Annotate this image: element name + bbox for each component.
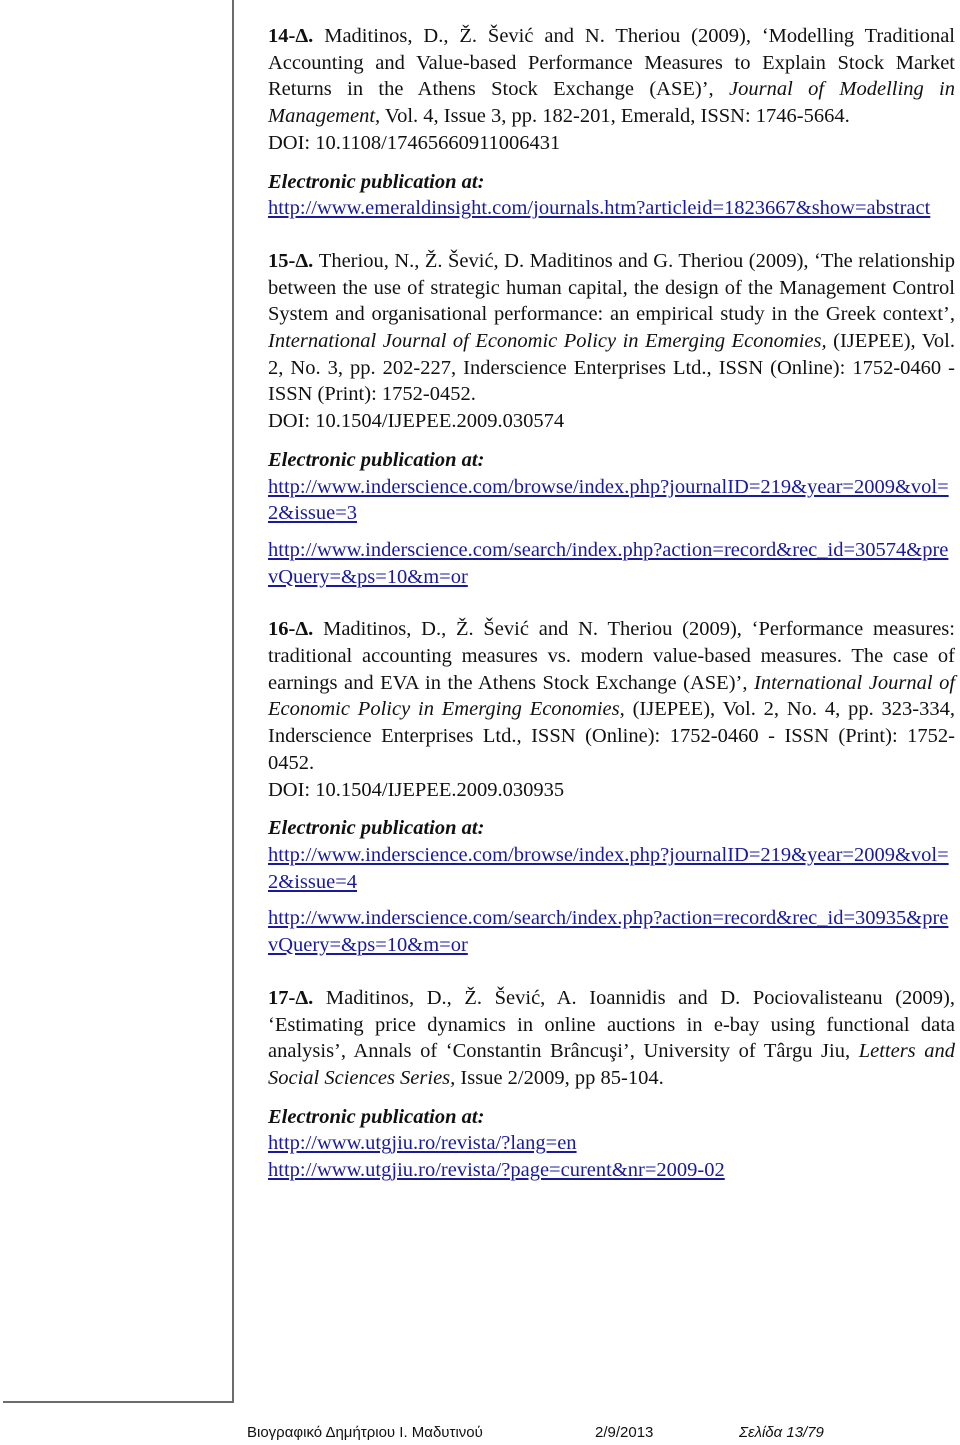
epub-label: Electronic publication at: [268,448,485,471]
publication-entry-17: 17-Δ. Maditinos, D., Ž. Šević, A. Ioanni… [268,985,955,1184]
citation-text: 16-Δ. Maditinos, D., Ž. Šević and N. The… [268,616,955,776]
footer-page-number: Σελίδα 13/79 [739,1424,824,1441]
citation-text: 14-Δ. Maditinos, D., Ž. Šević and N. The… [268,23,955,130]
entry-number: 14-Δ. [268,25,314,47]
journal-name: International Journal of Economic Policy… [268,330,827,353]
journal-issue-link[interactable]: http://www.utgjiu.ro/revista/?page=curen… [268,1157,955,1184]
journal-issue-link[interactable]: http://www.inderscience.com/browse/index… [268,842,955,895]
citation-authors-title: Theriou, N., Ž. Šević, D. Maditinos and … [268,249,955,326]
journal-issue-link[interactable]: http://www.inderscience.com/browse/index… [268,474,955,527]
publication-entry-14: 14-Δ. Maditinos, D., Ž. Šević and N. The… [268,23,955,222]
journal-home-link[interactable]: http://www.utgjiu.ro/revista/?lang=en [268,1130,955,1157]
entry-number: 17-Δ. [268,986,314,1009]
citation-details: Vol. 4, Issue 3, pp. 182-201, Emerald, I… [380,105,850,128]
left-margin-rule [232,0,234,1403]
article-record-link[interactable]: http://www.inderscience.com/search/index… [268,905,955,958]
epub-label: Electronic publication at: [268,170,485,193]
entry-number: 16-Δ. [268,618,314,641]
footer-document-title: Βιογραφικό Δημήτριου Ι. Μαδυτινού [247,1424,483,1441]
doi: DOI: 10.1108/17465660911006431 [268,131,561,154]
article-record-link[interactable]: http://www.inderscience.com/search/index… [268,537,955,590]
entry-number: 15-Δ. [268,249,314,272]
citation-details: Issue 2/2009, pp 85-104. [455,1066,664,1089]
epub-label: Electronic publication at: [268,817,485,840]
publication-entry-15: 15-Δ. Theriou, N., Ž. Šević, D. Maditino… [268,248,955,590]
publication-list: 14-Δ. Maditinos, D., Ž. Šević and N. The… [268,23,955,1184]
citation-authors-title: Maditinos, D., Ž. Šević, A. Ioannidis an… [268,986,955,1063]
citation-text: 15-Δ. Theriou, N., Ž. Šević, D. Maditino… [268,248,955,408]
publication-entry-16: 16-Δ. Maditinos, D., Ž. Šević and N. The… [268,616,955,958]
bottom-margin-rule [3,1401,234,1403]
footer-date: 2/9/2013 [595,1424,654,1441]
publication-link[interactable]: http://www.emeraldinsight.com/journals.h… [268,195,955,222]
citation-text: 17-Δ. Maditinos, D., Ž. Šević, A. Ioanni… [268,985,955,1092]
doi: DOI: 10.1504/IJEPEE.2009.030935 [268,778,565,801]
doi: DOI: 10.1504/IJEPEE.2009.030574 [268,410,565,433]
epub-label: Electronic publication at: [268,1105,485,1128]
